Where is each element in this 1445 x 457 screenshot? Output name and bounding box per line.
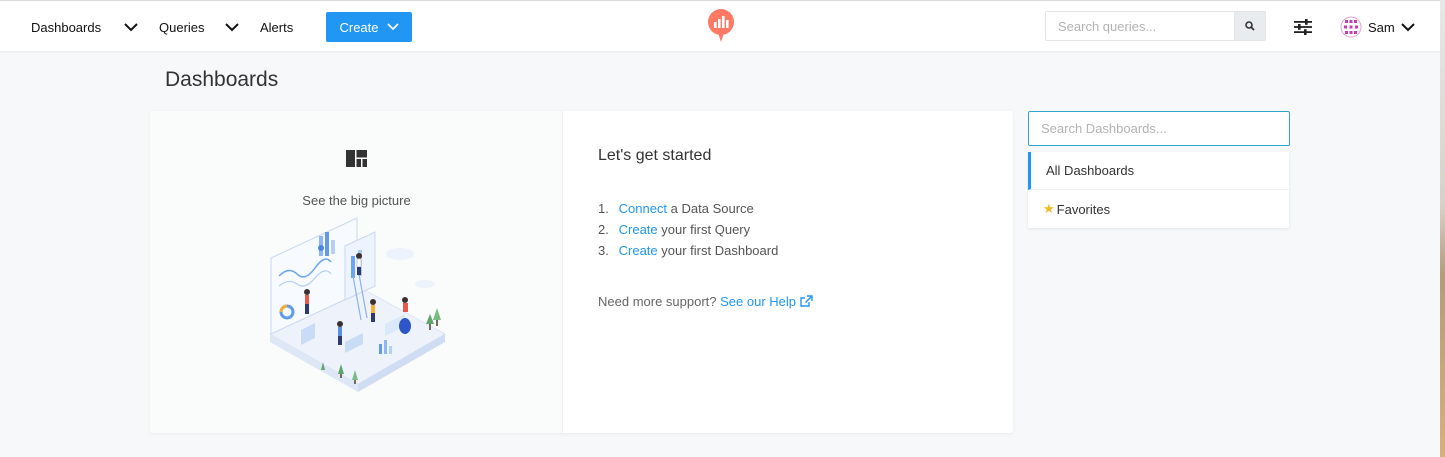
create-button[interactable]: Create: [326, 12, 412, 42]
nav-alerts-link[interactable]: Alerts: [260, 13, 293, 41]
step-create-query: 2. Create your first Query: [598, 219, 778, 240]
nav-dashboards-label: Dashboards: [31, 19, 102, 35]
filter-favorites[interactable]: ★ Favorites: [1028, 190, 1289, 228]
search-queries-button[interactable]: [1234, 11, 1266, 41]
step-text: a Data Source: [667, 201, 754, 216]
empty-state-caption: See the big picture: [302, 193, 411, 208]
chevron-down-icon: [124, 22, 138, 31]
avatar: [1340, 16, 1362, 38]
nav-queries-label: Queries: [159, 19, 205, 35]
empty-state-illustration-panel: See the big picture: [150, 111, 563, 433]
desktop-background-edge: [1440, 0, 1445, 457]
redash-logo-icon[interactable]: [707, 9, 735, 43]
sliders-icon: [1294, 19, 1312, 35]
getting-started-title: Let's get started: [598, 147, 712, 164]
nav-queries-link[interactable]: Queries: [159, 13, 205, 41]
dashboard-illustration: [268, 217, 447, 392]
getting-started-steps: 1. Connect a Data Source 2. Create your …: [598, 198, 778, 261]
step-create-dashboard: 3. Create your first Dashboard: [598, 240, 778, 261]
settings-button[interactable]: [1292, 16, 1314, 38]
chevron-down-icon: [225, 22, 239, 31]
step-text: your first Dashboard: [657, 243, 779, 258]
nav-dashboards-link[interactable]: Dashboards: [31, 13, 101, 41]
chevron-down-icon: [386, 23, 399, 31]
filter-label: All Dashboards: [1046, 163, 1135, 178]
step-connect-data-source: 1. Connect a Data Source: [598, 198, 778, 219]
nav-alerts-label: Alerts: [260, 19, 294, 35]
empty-state-card: See the big picture Let's get started 1.…: [150, 111, 1013, 433]
star-icon: ★: [1043, 201, 1055, 216]
create-button-label: Create: [339, 19, 379, 35]
filter-label: Favorites: [1056, 201, 1111, 217]
search-dashboards-input[interactable]: [1028, 111, 1290, 146]
top-navbar: Dashboards Queries Alerts Create Search …: [0, 0, 1440, 51]
external-link-icon: [799, 295, 813, 307]
getting-started-panel: Let's get started 1. Connect a Data Sour…: [563, 111, 1013, 433]
nav-queries-dropdown-toggle[interactable]: [222, 15, 242, 39]
connect-data-source-link[interactable]: Connect: [619, 201, 667, 216]
support-text: Need more support? See our Help: [598, 294, 813, 309]
user-menu[interactable]: Sam: [1340, 15, 1415, 39]
search-queries-input[interactable]: [1045, 11, 1234, 41]
step-number: 1.: [598, 201, 609, 216]
chevron-down-icon: [1401, 22, 1415, 31]
step-number: 3.: [598, 243, 609, 258]
support-label: Need more support?: [598, 294, 721, 309]
step-number: 2.: [598, 222, 609, 237]
filter-all-dashboards[interactable]: All Dashboards: [1028, 152, 1289, 190]
create-query-link[interactable]: Create: [619, 222, 658, 237]
nav-dashboards-dropdown-toggle[interactable]: [121, 15, 141, 39]
search-icon: [1245, 21, 1255, 31]
step-text: your first Query: [657, 222, 751, 237]
help-link[interactable]: See our Help: [720, 294, 813, 309]
create-dashboard-link[interactable]: Create: [619, 243, 658, 258]
user-name: Sam: [1368, 19, 1395, 35]
dashboard-filter-list: All Dashboards ★ Favorites: [1028, 152, 1289, 228]
page-title: Dashboards: [165, 68, 279, 91]
help-link-label: See our Help: [720, 294, 797, 309]
dashboard-layout-icon: [346, 150, 367, 167]
